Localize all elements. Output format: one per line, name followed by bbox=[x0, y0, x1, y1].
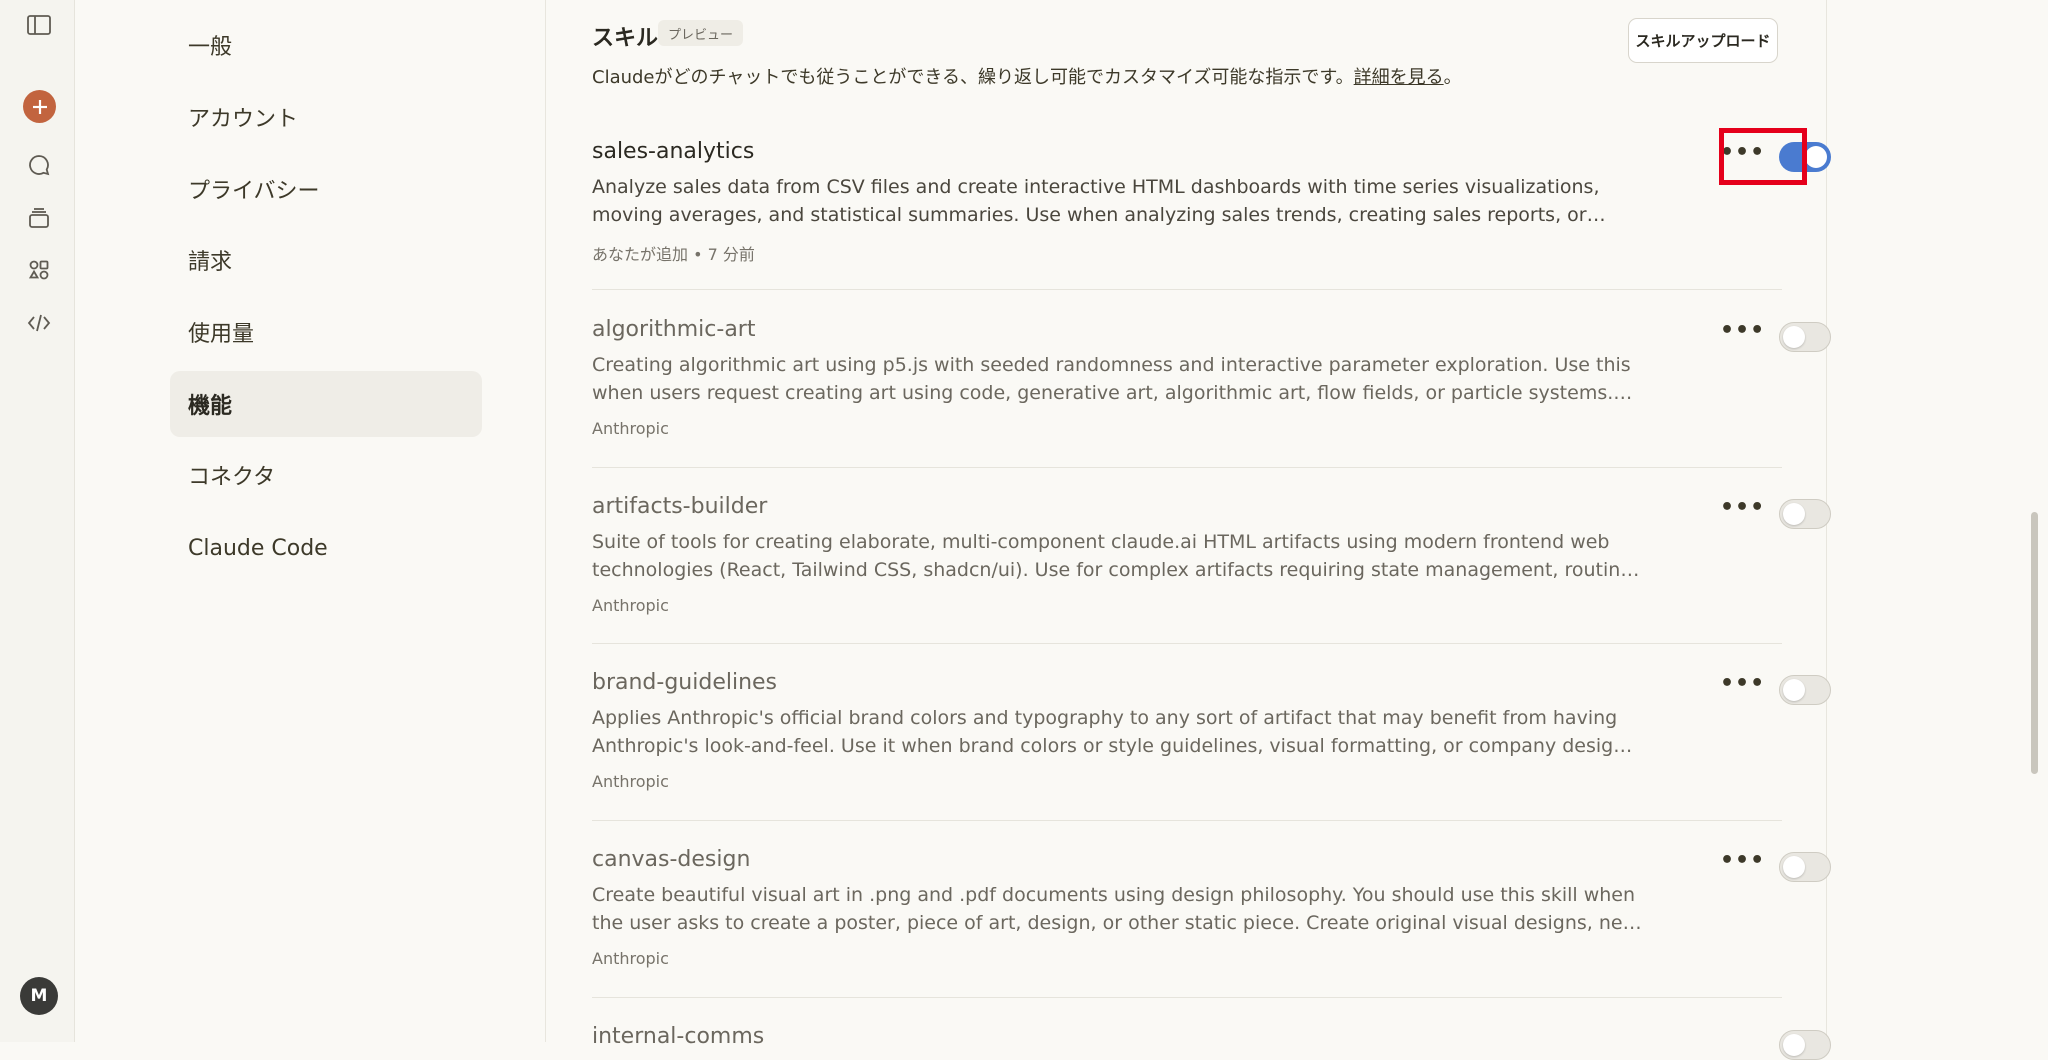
nav-item-features[interactable]: 機能 bbox=[170, 371, 482, 437]
skill-description-line: the user asks to create a poster, piece … bbox=[592, 912, 1642, 934]
toggle-knob bbox=[1783, 856, 1805, 878]
description-text: Claudeがどのチャットでも従うことができる、繰り返し可能でカスタマイズ可能な… bbox=[592, 67, 1354, 88]
toggle-knob bbox=[1805, 146, 1827, 168]
skill-meta: Anthropic bbox=[592, 419, 669, 438]
more-options-icon[interactable]: ••• bbox=[1720, 497, 1765, 519]
more-options-icon[interactable]: ••• bbox=[1720, 850, 1765, 872]
chats-icon[interactable] bbox=[24, 150, 54, 180]
highlight-box bbox=[1719, 128, 1807, 185]
skill-name: canvas-design bbox=[592, 847, 751, 872]
skill-meta: Anthropic bbox=[592, 596, 669, 615]
skill-name: sales-analytics bbox=[592, 139, 755, 164]
divider bbox=[592, 467, 1782, 468]
nav-item-claude-code[interactable]: Claude Code bbox=[170, 515, 482, 581]
divider bbox=[592, 643, 1782, 644]
nav-item-billing[interactable]: 請求 bbox=[170, 227, 482, 293]
skill-description-line: technologies (React, Tailwind CSS, shadc… bbox=[592, 559, 1642, 581]
nav-item-account[interactable]: アカウント bbox=[170, 84, 482, 150]
skill-name: internal-comms bbox=[592, 1024, 765, 1049]
new-chat-button[interactable] bbox=[23, 90, 56, 123]
upload-skill-button[interactable]: スキルアップロード bbox=[1628, 18, 1778, 63]
avatar[interactable]: M bbox=[20, 977, 58, 1015]
skill-description: Analyze sales data from CSV files and cr… bbox=[592, 173, 1642, 229]
divider bbox=[592, 289, 1782, 290]
skill-description-line: when users request creating art using co… bbox=[592, 382, 1633, 404]
scrollbar[interactable] bbox=[2031, 512, 2038, 774]
skill-description-line: Suite of tools for creating elaborate, m… bbox=[592, 531, 1610, 553]
nav-item-connectors[interactable]: コネクタ bbox=[170, 442, 482, 508]
skill-description-line: Analyze sales data from CSV files and cr… bbox=[592, 176, 1600, 198]
skill-description-line: moving averages, and statistical summari… bbox=[592, 204, 1606, 226]
settings-nav: 一般 アカウント プライバシー 請求 使用量 機能 コネクタ Claude Co… bbox=[75, 0, 545, 1042]
skill-name: brand-guidelines bbox=[592, 670, 778, 695]
nav-item-usage[interactable]: 使用量 bbox=[170, 299, 482, 365]
divider bbox=[592, 997, 1782, 998]
skill-name: algorithmic-art bbox=[592, 317, 756, 342]
skills-panel: スキル プレビュー Claudeがどのチャットでも従うことができる、繰り返し可能… bbox=[545, 0, 1831, 1060]
toggle-knob bbox=[1783, 326, 1805, 348]
skill-toggle[interactable] bbox=[1779, 852, 1831, 882]
code-icon[interactable] bbox=[24, 308, 54, 338]
skill-meta: Anthropic bbox=[592, 949, 669, 968]
toggle-knob bbox=[1783, 503, 1805, 525]
skill-description-line: Anthropic's look-and-feel. Use it when b… bbox=[592, 735, 1642, 757]
skill-description: Applies Anthropic's official brand color… bbox=[592, 704, 1642, 760]
icon-rail: M bbox=[0, 0, 75, 1042]
description-suffix: 。 bbox=[1443, 67, 1462, 88]
skill-meta: あなたが追加 • 7 分前 bbox=[592, 245, 755, 264]
skill-description: Creating algorithmic art using p5.js wit… bbox=[592, 351, 1642, 407]
more-options-icon[interactable]: ••• bbox=[1720, 673, 1765, 695]
section-title: スキル bbox=[592, 26, 659, 51]
skill-description: Suite of tools for creating elaborate, m… bbox=[592, 528, 1642, 584]
skill-meta: Anthropic bbox=[592, 772, 669, 791]
skill-toggle[interactable] bbox=[1779, 1030, 1831, 1060]
skill-toggle[interactable] bbox=[1779, 675, 1831, 705]
projects-icon[interactable] bbox=[24, 203, 54, 233]
toggle-knob bbox=[1783, 1034, 1805, 1056]
skill-description-line: Applies Anthropic's official brand color… bbox=[592, 707, 1618, 729]
sidebar-toggle-icon[interactable] bbox=[24, 10, 54, 40]
skill-name: artifacts-builder bbox=[592, 494, 768, 519]
artifacts-icon[interactable] bbox=[24, 255, 54, 285]
more-options-icon[interactable]: ••• bbox=[1720, 320, 1765, 342]
skill-description-line: Create beautiful visual art in .png and … bbox=[592, 884, 1636, 906]
toggle-knob bbox=[1783, 679, 1805, 701]
nav-item-general[interactable]: 一般 bbox=[170, 12, 482, 78]
skill-description: Create beautiful visual art in .png and … bbox=[592, 881, 1642, 937]
skill-description-line: Creating algorithmic art using p5.js wit… bbox=[592, 354, 1631, 376]
divider bbox=[592, 820, 1782, 821]
skill-toggle[interactable] bbox=[1779, 322, 1831, 352]
section-description: Claudeがどのチャットでも従うことができる、繰り返し可能でカスタマイズ可能な… bbox=[592, 63, 1462, 89]
skill-toggle[interactable] bbox=[1779, 499, 1831, 529]
nav-item-privacy[interactable]: プライバシー bbox=[170, 156, 482, 222]
preview-badge: プレビュー bbox=[658, 20, 744, 46]
learn-more-link[interactable]: 詳細を見る bbox=[1354, 67, 1444, 88]
